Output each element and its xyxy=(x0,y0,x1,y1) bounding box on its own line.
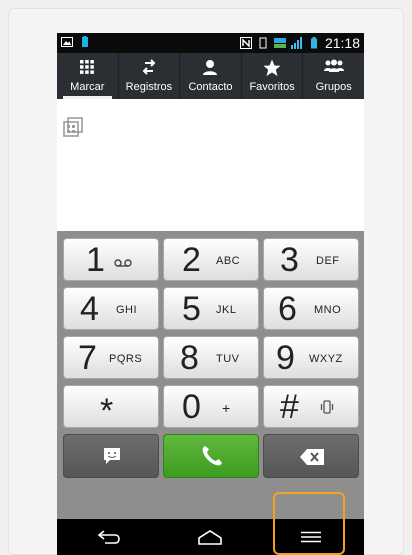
back-icon xyxy=(97,530,120,544)
key-digit: 8 xyxy=(180,339,199,377)
dialpad-icon xyxy=(80,60,95,74)
nfc-icon xyxy=(239,37,252,49)
key-digit: 0 xyxy=(182,388,201,426)
key-letters: PQRS xyxy=(109,353,143,365)
battery-icon xyxy=(310,37,317,49)
phone-screen: 21:18 Marcar Registros Contacto Favorito… xyxy=(57,33,364,555)
menu-button[interactable] xyxy=(261,519,363,555)
key-1[interactable]: 1 xyxy=(63,238,159,281)
tab-registros[interactable]: Registros xyxy=(119,53,181,99)
key-digit: 4 xyxy=(80,290,99,328)
person-icon xyxy=(203,60,218,75)
tab-favoritos[interactable]: Favoritos xyxy=(242,53,304,99)
backspace-icon xyxy=(300,449,324,465)
key-8[interactable]: 8 TUV xyxy=(163,336,259,379)
message-icon xyxy=(104,448,120,464)
vibrate-status-icon xyxy=(259,37,267,49)
tab-label: Registros xyxy=(125,81,173,93)
group-icon xyxy=(323,59,344,72)
key-digit: 1 xyxy=(86,241,105,279)
phone-call-icon xyxy=(202,446,222,466)
key-letters: DEF xyxy=(316,255,340,267)
tab-marcar[interactable]: Marcar xyxy=(57,53,119,99)
tab-grupos[interactable]: Grupos xyxy=(303,53,364,99)
number-display[interactable] xyxy=(57,99,364,231)
signal-icon xyxy=(290,37,302,49)
key-6[interactable]: 6 MNO xyxy=(263,287,359,330)
tab-label: Contacto xyxy=(188,81,233,93)
key-hash[interactable]: # xyxy=(263,385,359,428)
key-star[interactable]: * xyxy=(63,385,159,430)
call-button[interactable] xyxy=(163,434,259,478)
key-digit: 6 xyxy=(278,290,297,328)
key-letters: GHI xyxy=(116,304,138,316)
key-letters: JKL xyxy=(216,304,237,316)
arrows-swap-icon xyxy=(142,59,156,75)
key-5[interactable]: 5 JKL xyxy=(163,287,259,330)
tab-label: Grupos xyxy=(315,81,352,93)
key-2[interactable]: 2 ABC xyxy=(163,238,259,281)
key-letters: TUV xyxy=(216,353,240,365)
key-digit: 9 xyxy=(276,339,295,377)
battery-notification-icon xyxy=(82,36,88,47)
key-letters: + xyxy=(222,400,231,416)
tab-label: Favoritos xyxy=(249,81,295,93)
key-digit: 2 xyxy=(182,241,201,279)
key-7[interactable]: 7 PQRS xyxy=(63,336,159,379)
message-button[interactable] xyxy=(63,434,159,478)
data-4g-icon xyxy=(273,38,286,48)
home-button[interactable] xyxy=(159,519,261,555)
key-digit: * xyxy=(100,392,114,430)
navigation-bar xyxy=(57,519,364,555)
key-0[interactable]: 0 + xyxy=(163,385,259,428)
key-4[interactable]: 4 GHI xyxy=(63,287,159,330)
home-icon xyxy=(198,530,222,545)
voicemail-icon xyxy=(114,259,132,267)
backspace-button[interactable] xyxy=(263,434,359,478)
key-digit: 3 xyxy=(280,241,299,279)
dial-keypad: 1 2 ABC 3 DEF 4 GHI 5 JKL 6 MNO 7 PQRS 8… xyxy=(57,231,364,519)
key-3[interactable]: 3 DEF xyxy=(263,238,359,281)
back-button[interactable] xyxy=(57,519,159,555)
key-letters: MNO xyxy=(314,304,342,316)
key-digit: # xyxy=(280,388,299,426)
star-icon xyxy=(263,59,281,76)
key-9[interactable]: 9 WXYZ xyxy=(263,336,359,379)
tab-label: Marcar xyxy=(70,81,105,93)
status-bar: 21:18 xyxy=(57,33,364,53)
key-letters: WXYZ xyxy=(309,353,343,365)
key-letters: ABC xyxy=(216,255,241,267)
key-digit: 7 xyxy=(78,339,97,377)
vibrate-icon xyxy=(320,400,334,414)
contact-card-icon[interactable] xyxy=(63,117,83,137)
tab-bar: Marcar Registros Contacto Favoritos Grup… xyxy=(57,53,364,99)
menu-icon xyxy=(301,531,321,543)
tab-contacto[interactable]: Contacto xyxy=(180,53,242,99)
clock: 21:18 xyxy=(324,35,360,51)
key-digit: 5 xyxy=(182,290,201,328)
image-notification-icon xyxy=(61,37,73,47)
